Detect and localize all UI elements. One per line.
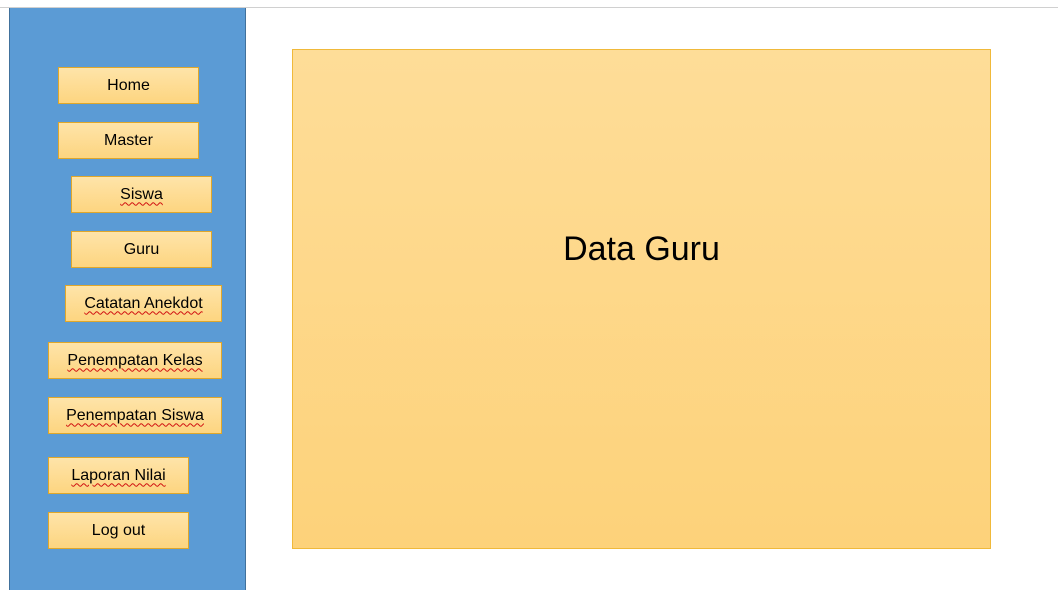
nav-home-button[interactable]: Home [58,67,199,104]
nav-penempatan-kelas-label: Penempatan Kelas [67,351,203,369]
nav-siswa-label: Siswa [120,185,163,203]
nav-catatan-anekdot-button[interactable]: Catatan Anekdot [65,285,222,322]
nav-home-label: Home [107,76,150,94]
nav-laporan-nilai-button[interactable]: Laporan Nilai [48,457,189,494]
nav-master-button[interactable]: Master [58,122,199,159]
page-title: Data Guru [563,229,720,268]
nav-guru-button[interactable]: Guru [71,231,212,268]
app-window: Home Master Siswa Guru Catatan Anekdot P… [0,0,1058,590]
nav-penempatan-siswa-label: Penempatan Siswa [66,406,204,424]
nav-logout-button[interactable]: Log out [48,512,189,549]
nav-siswa-button[interactable]: Siswa [71,176,212,213]
content-panel: Data Guru [292,49,991,549]
nav-master-label: Master [104,131,153,149]
sidebar: Home Master Siswa Guru Catatan Anekdot P… [9,8,246,590]
nav-penempatan-siswa-button[interactable]: Penempatan Siswa [48,397,222,434]
nav-guru-label: Guru [123,240,160,258]
nav-catatan-anekdot-label: Catatan Anekdot [84,294,203,312]
nav-logout-label: Log out [91,521,146,539]
nav-laporan-nilai-label: Laporan Nilai [71,466,166,484]
nav-penempatan-kelas-button[interactable]: Penempatan Kelas [48,342,222,379]
